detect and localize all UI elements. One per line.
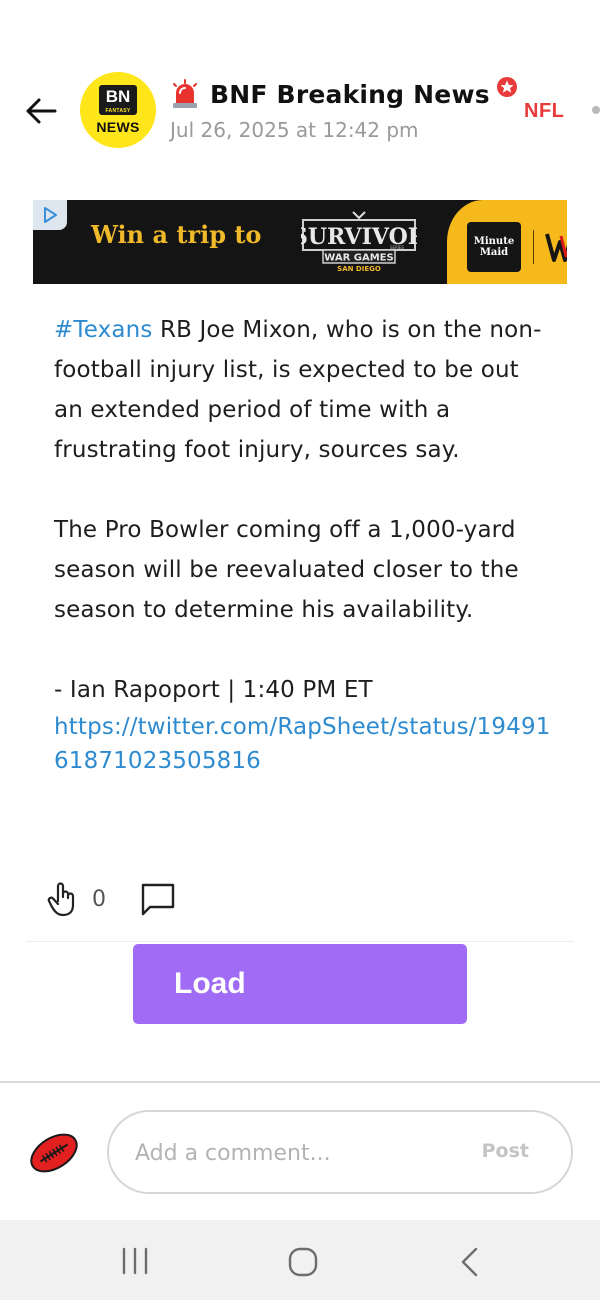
comment-input[interactable] [135,1134,455,1172]
author-avatar[interactable]: BN FANTASY NEWS [80,72,156,148]
post-timestamp: Jul 26, 2025 at 12:42 pm [170,118,419,142]
clap-count: 0 [92,886,106,912]
hashtag-link[interactable]: #Texans [54,317,152,343]
football-avatar-icon[interactable] [26,1128,82,1178]
comment-button[interactable] [138,879,178,919]
badge-icon [496,77,517,97]
ad-banner[interactable]: Win a trip to SURVIVOR SERIES WAR GAMES … [33,200,567,284]
sponsor-line2: Maid [479,247,509,258]
comment-bubble-icon [141,883,175,916]
author-title-row: BNF Breaking News [170,76,518,112]
recents-icon [122,1247,148,1275]
ad-logo-sub3: SAN DIEGO [337,265,381,273]
home-icon [288,1247,318,1277]
avatar-logo-box: BN FANTASY [99,85,137,115]
post-attribution: - Ian Rapoport | 1:40 PM ET [54,677,373,703]
recents-button[interactable] [112,1244,158,1278]
avatar-bottom-text: NEWS [96,119,140,135]
system-back-button[interactable] [450,1242,490,1282]
ad-separator [533,230,534,264]
chevron-left-icon [461,1247,478,1277]
avatar-top-text: BN [105,87,131,106]
survivor-series-logo: SURVIVOR SERIES WAR GAMES SAN DIEGO [301,211,417,273]
post-actions: 0 [44,876,178,922]
sponsor-line1: Minute [473,236,515,247]
ad-headline: Win a trip to [91,220,262,249]
comment-box: Post [107,1110,573,1194]
back-arrow-icon [26,98,57,124]
ad-logo-sub2: WAR GAMES [324,253,393,264]
post-paragraph-1: #Texans RB Joe Mixon, who is on the non-… [54,310,554,470]
author-name[interactable]: BNF Breaking News [210,80,490,109]
ad-choices-icon[interactable] [33,200,67,230]
wwe-logo-icon [545,233,567,262]
league-tag[interactable]: NFL [524,100,564,123]
more-dot-icon[interactable] [592,106,600,114]
post-comment-button[interactable]: Post [482,1140,529,1162]
comment-divider [0,1081,600,1083]
sponsor-logo: Minute Maid [467,222,521,272]
home-button[interactable] [280,1242,326,1282]
avatar-small-text: FANTASY [105,108,131,114]
post-body: #Texans RB Joe Mixon, who is on the non-… [54,310,554,778]
tweet-link[interactable]: https://twitter.com/RapSheet/status/1949… [54,710,554,778]
siren-icon [173,79,197,108]
actions-divider [26,941,574,942]
load-button[interactable]: Load [133,944,467,1024]
back-button[interactable] [22,92,60,130]
system-nav-bar [0,1220,600,1300]
post-paragraph-2: The Pro Bowler coming off a 1,000-yard s… [54,517,519,623]
clap-button[interactable] [44,879,80,919]
clap-hand-icon [47,882,75,917]
